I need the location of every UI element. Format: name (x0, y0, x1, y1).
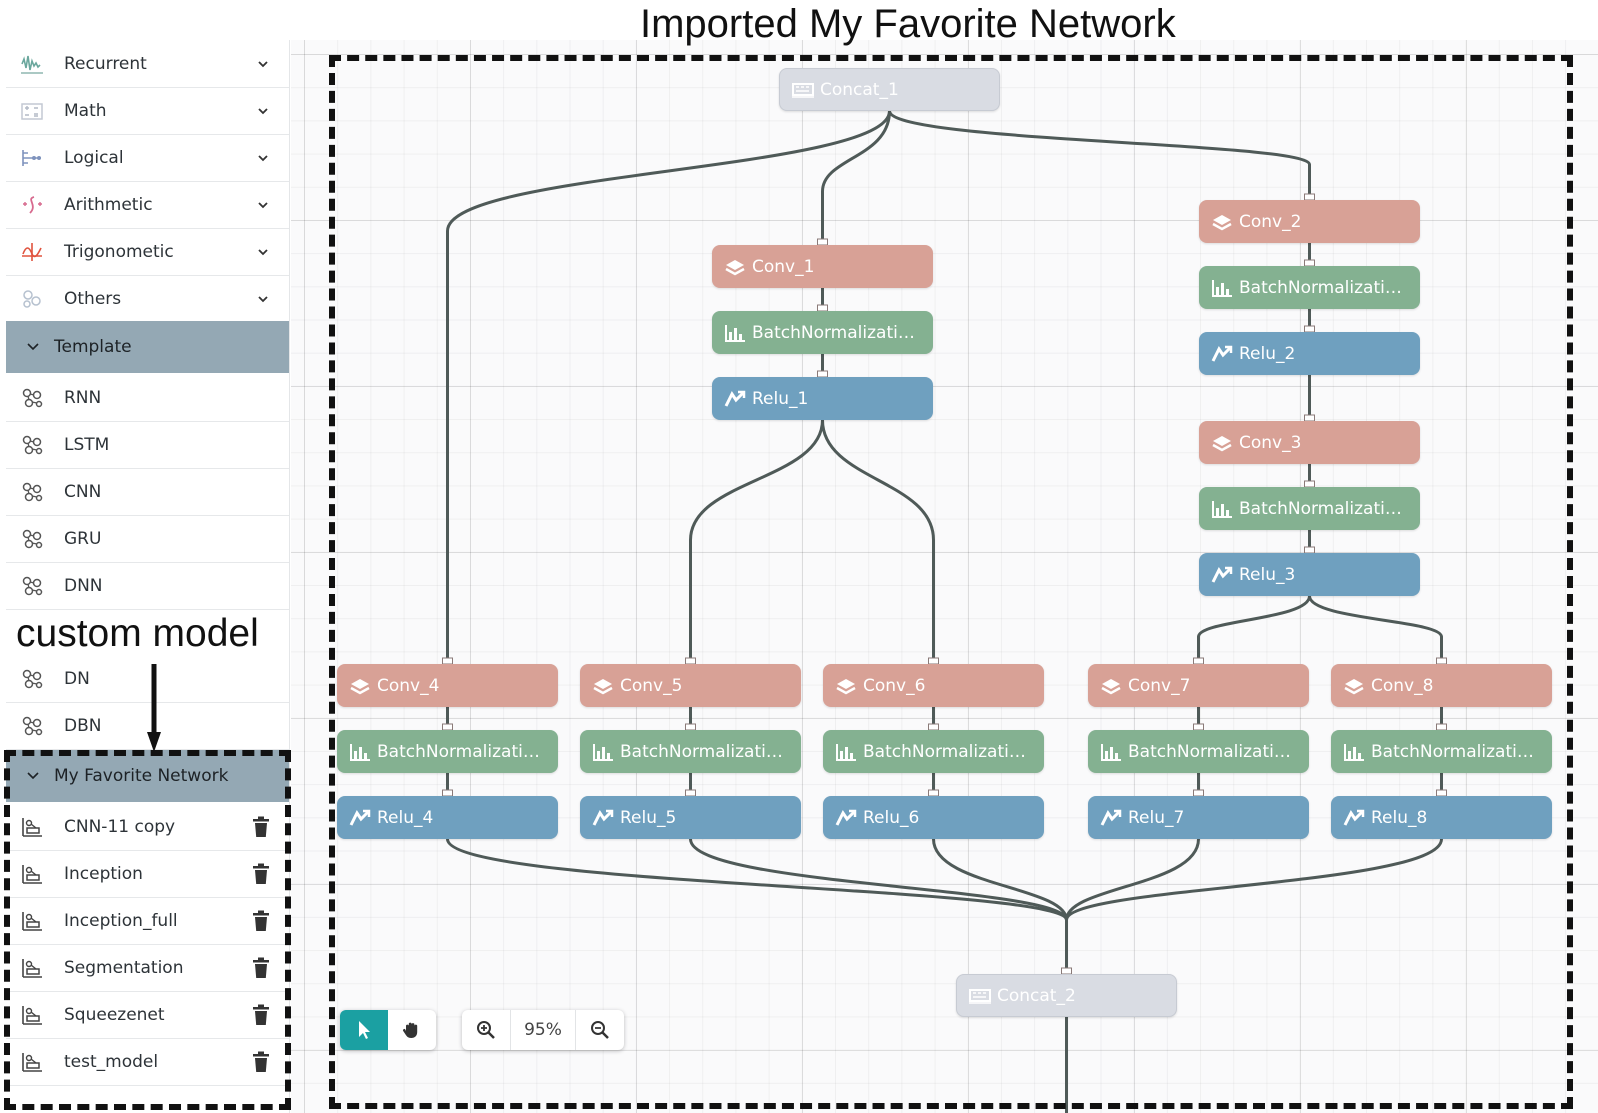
batchnorm-icon (1212, 279, 1232, 297)
concat-icon (792, 82, 814, 98)
batchnorm-icon (1344, 743, 1364, 761)
conv-icon (836, 678, 856, 694)
node-concat-2[interactable]: Concat_2 (956, 974, 1177, 1017)
figure-title: Imported My Favorite Network (640, 2, 1176, 46)
conv-icon (1344, 678, 1364, 694)
node-batchnorm-8[interactable]: BatchNormalization... (1331, 730, 1552, 773)
node-conv-1[interactable]: Conv_1 (712, 245, 933, 288)
conv-icon (1212, 214, 1232, 230)
node-batchnorm-7[interactable]: BatchNormalization... (1088, 730, 1309, 773)
batchnorm-icon (725, 324, 745, 342)
node-batchnorm-2[interactable]: BatchNormalization... (1199, 266, 1420, 309)
relu-icon (1211, 345, 1233, 362)
edge-relu3-conv7 (1197, 595, 1311, 664)
zoom-controls: 95% (462, 1010, 624, 1050)
node-conv-2[interactable]: Conv_2 (1199, 200, 1420, 243)
down-arrow-icon (147, 664, 161, 752)
batchnorm-icon (593, 743, 613, 761)
batchnorm-icon (836, 743, 856, 761)
edge-relu1-conv6 (821, 419, 935, 664)
node-relu-5[interactable]: Relu_5 (580, 796, 801, 839)
batchnorm-icon (1212, 500, 1232, 518)
node-relu-8[interactable]: Relu_8 (1331, 796, 1552, 839)
node-relu-7[interactable]: Relu_7 (1088, 796, 1309, 839)
node-batchnorm-4[interactable]: BatchNormalization... (337, 730, 558, 773)
node-conv-7[interactable]: Conv_7 (1088, 664, 1309, 707)
custom-model-label: custom model (16, 612, 265, 656)
tool-mode-group (340, 1010, 436, 1050)
node-relu-4[interactable]: Relu_4 (337, 796, 558, 839)
pan-tool-button[interactable] (388, 1010, 436, 1050)
zoom-out-button[interactable] (576, 1010, 624, 1050)
conv-icon (1101, 678, 1121, 694)
edge-concat1-conv1 (821, 110, 891, 245)
node-relu-2[interactable]: Relu_2 (1199, 332, 1420, 375)
zoom-level: 95% (510, 1010, 576, 1050)
zoom-in-icon (477, 1021, 495, 1039)
node-conv-6[interactable]: Conv_6 (823, 664, 1044, 707)
edge-relu5-concat2 (689, 838, 1068, 974)
relu-icon (835, 809, 857, 826)
node-batchnorm-6[interactable]: BatchNormalization... (823, 730, 1044, 773)
edge-relu1-conv5 (689, 419, 824, 664)
batchnorm-icon (1101, 743, 1121, 761)
node-conv-5[interactable]: Conv_5 (580, 664, 801, 707)
edge-relu3-conv8 (1308, 595, 1443, 664)
node-concat-1[interactable]: Concat_1 (779, 68, 1000, 111)
node-relu-6[interactable]: Relu_6 (823, 796, 1044, 839)
node-batchnorm-5[interactable]: BatchNormalization... (580, 730, 801, 773)
node-conv-4[interactable]: Conv_4 (337, 664, 558, 707)
conv-icon (725, 259, 745, 275)
edge-concat1-conv2 (888, 110, 1311, 200)
edge-relu8-concat2 (1065, 838, 1443, 974)
relu-icon (724, 390, 746, 407)
concat-icon (969, 988, 991, 1004)
batchnorm-icon (350, 743, 370, 761)
node-relu-3[interactable]: Relu_3 (1199, 553, 1420, 596)
conv-icon (350, 678, 370, 694)
relu-icon (1100, 809, 1122, 826)
conv-icon (593, 678, 613, 694)
node-batchnorm-1[interactable]: BatchNormalization... (712, 311, 933, 354)
node-conv-8[interactable]: Conv_8 (1331, 664, 1552, 707)
hand-icon (402, 1022, 418, 1038)
edge-relu4-concat2 (446, 838, 1068, 974)
conv-icon (1212, 435, 1232, 451)
node-batchnorm-3[interactable]: BatchNormalization... (1199, 487, 1420, 530)
pointer-icon (359, 1021, 370, 1039)
node-conv-3[interactable]: Conv_3 (1199, 421, 1420, 464)
relu-icon (1343, 809, 1365, 826)
select-tool-button[interactable] (340, 1010, 388, 1050)
relu-icon (1211, 566, 1233, 583)
zoom-out-icon (591, 1021, 609, 1039)
relu-icon (592, 809, 614, 826)
zoom-in-button[interactable] (462, 1010, 510, 1050)
relu-icon (349, 809, 371, 826)
node-relu-1[interactable]: Relu_1 (712, 377, 933, 420)
